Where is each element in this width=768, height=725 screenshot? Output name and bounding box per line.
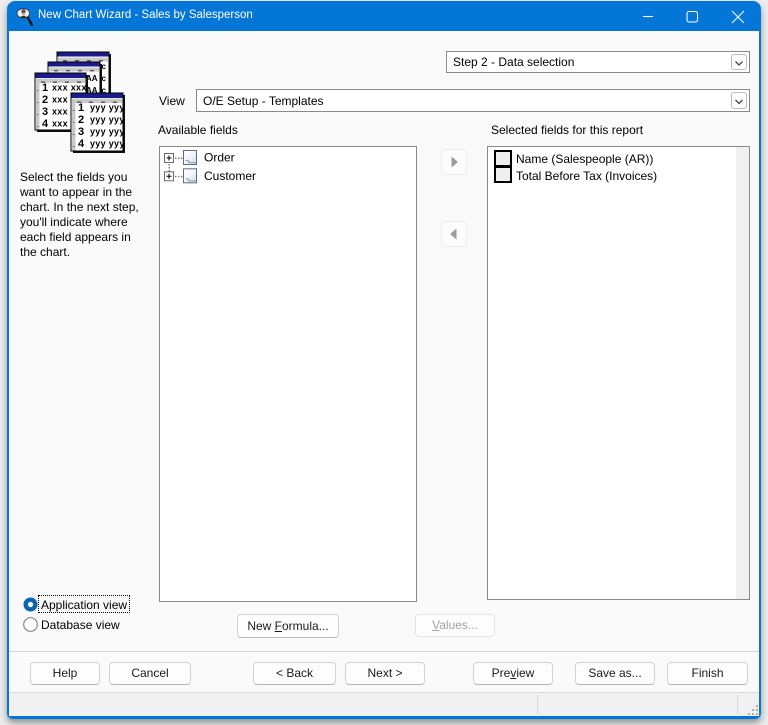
svg-text:Order: Order xyxy=(204,151,235,165)
svg-text:yyy yyy: yyy yyy xyxy=(90,115,125,125)
svg-text:3: 3 xyxy=(78,126,84,138)
svg-text:yyy yyy: yyy yyy xyxy=(90,139,125,149)
svg-text:2: 2 xyxy=(42,94,48,106)
svg-text:xxx: xxx xyxy=(52,107,68,117)
svg-text:2: 2 xyxy=(78,114,84,126)
svg-text:xxx: xxx xyxy=(52,119,68,129)
svg-text:xxx xxx: xxx xxx xyxy=(52,83,87,93)
svg-text:3: 3 xyxy=(42,106,48,118)
svg-text:4: 4 xyxy=(42,118,49,130)
svg-text:c: c xyxy=(102,74,107,83)
svg-text:xxx: xxx xyxy=(52,95,68,105)
svg-text:4: 4 xyxy=(78,138,85,150)
svg-text:1: 1 xyxy=(78,102,84,114)
svg-text:yyy yyy: yyy yyy xyxy=(90,103,125,113)
svg-text:1: 1 xyxy=(42,82,48,94)
svg-text:yyy yyy: yyy yyy xyxy=(90,127,125,137)
svg-text:c: c xyxy=(102,62,107,71)
svg-text:Customer: Customer xyxy=(204,169,256,183)
